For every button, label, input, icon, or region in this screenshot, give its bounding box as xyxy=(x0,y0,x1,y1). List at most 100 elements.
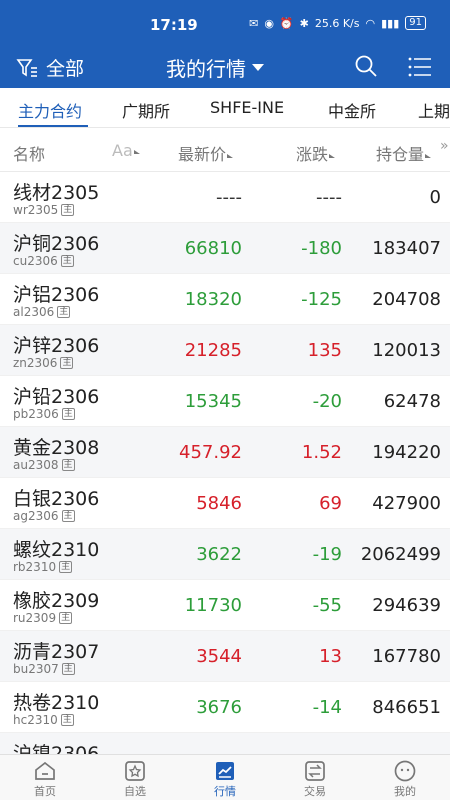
wechat-icon: ✉ xyxy=(249,16,259,30)
filter-icon xyxy=(16,58,37,77)
open-interest: 2062499 xyxy=(360,544,441,565)
quote-row[interactable]: 沪铜2306 cu2306 主 66810 -180 183407 xyxy=(0,223,450,274)
nav-home[interactable]: 首页 xyxy=(0,759,90,799)
alarm-icon: ⏰ xyxy=(279,16,294,30)
contract-code: pb2306 主 xyxy=(13,407,75,421)
font-size-toggle[interactable]: Aa xyxy=(112,141,140,160)
price-change: 13 xyxy=(319,646,342,667)
contract-code: ru2309 主 xyxy=(13,611,73,625)
price-change: -180 xyxy=(301,238,342,259)
nav-label: 首页 xyxy=(34,785,56,798)
quote-row[interactable]: 线材2305 wr2305 主 ---- ---- 0 xyxy=(0,172,450,223)
quote-row[interactable]: 黄金2308 au2308 主 457.92 1.52 194220 xyxy=(0,427,450,478)
search-button[interactable] xyxy=(354,54,378,82)
open-interest: 183407 xyxy=(372,238,441,259)
contract-code: au2308 主 xyxy=(13,458,75,472)
price-change: 1.52 xyxy=(301,442,342,463)
price-change: -20 xyxy=(312,391,342,412)
col-open-interest[interactable]: 持仓量 xyxy=(376,141,432,165)
open-interest: 0 xyxy=(429,187,441,208)
quote-row[interactable]: 沪锌2306 zn2306 主 21285 135 120013 xyxy=(0,325,450,376)
quote-row[interactable]: 沪铅2306 pb2306 主 15345 -20 62478 xyxy=(0,376,450,427)
nav-watchlist[interactable]: 自选 xyxy=(90,759,180,799)
quote-row[interactable]: 螺纹2310 rb2310 主 3622 -19 2062499 xyxy=(0,529,450,580)
network-speed: 25.6 K/s xyxy=(314,16,360,30)
nav-market[interactable]: 行情 xyxy=(180,759,270,799)
main-contract-badge: 主 xyxy=(59,612,73,624)
last-price: 15345 xyxy=(184,391,242,412)
battery-icon: 91 xyxy=(405,16,426,30)
contract-code: cu2306 主 xyxy=(13,254,74,268)
tab-cffex[interactable]: 中金所 xyxy=(328,98,376,122)
star-icon xyxy=(125,761,145,781)
last-price: 3622 xyxy=(196,544,242,565)
contract-name: 黄金2308 xyxy=(13,437,100,459)
main-contract-badge: 主 xyxy=(57,306,71,318)
nav-profile[interactable]: 我的 xyxy=(360,759,450,799)
menu-button[interactable] xyxy=(408,56,432,82)
contract-name: 白银2306 xyxy=(13,488,100,510)
contract-name: 线材2305 xyxy=(13,182,100,204)
last-price: 11730 xyxy=(184,595,242,616)
quote-row[interactable]: 沪镍2306 ni2306主 xyxy=(0,733,450,754)
open-interest: 846651 xyxy=(372,697,441,718)
status-time: 17:19 xyxy=(150,16,198,34)
quote-row[interactable]: 沪铝2306 al2306 主 18320 -125 204708 xyxy=(0,274,450,325)
tab-shfe-ine[interactable]: SHFE-INE xyxy=(210,98,284,117)
status-bar: 17:19 ✉ ◉ ⏰ ✱ 25.6 K/s ◠ ▮▮▮ 91 xyxy=(0,0,450,46)
search-icon xyxy=(355,55,377,77)
quote-row[interactable]: 沥青2307 bu2307 主 3544 13 167780 xyxy=(0,631,450,682)
contract-code: hc2310 主 xyxy=(13,713,74,727)
eye-icon: ◉ xyxy=(264,16,274,30)
main-contract-badge: 主 xyxy=(61,408,75,420)
price-change: ---- xyxy=(316,187,342,208)
main-contract-badge: 主 xyxy=(60,714,74,726)
quote-row[interactable]: 白银2306 ag2306 主 5846 69 427900 xyxy=(0,478,450,529)
bottom-nav: 首页 自选 行情 交易 我的 xyxy=(0,754,450,800)
tab-gfex[interactable]: 广期所 xyxy=(122,98,170,122)
last-price: 5846 xyxy=(196,493,242,514)
top-header: 全部 我的行情 xyxy=(0,46,450,88)
main-contract-badge: 主 xyxy=(60,255,74,267)
main-contract-badge: 主 xyxy=(61,204,75,216)
open-interest: 427900 xyxy=(372,493,441,514)
sort-icon xyxy=(425,153,432,158)
home-icon xyxy=(35,761,55,780)
price-change: -125 xyxy=(301,289,342,310)
contract-code: rb2310 主 xyxy=(13,560,73,574)
nav-trade[interactable]: 交易 xyxy=(270,759,360,799)
sort-icon xyxy=(133,149,140,154)
open-interest: 294639 xyxy=(372,595,441,616)
contract-name: 沪镍2306 xyxy=(13,743,100,754)
signal-icon: ▮▮▮ xyxy=(381,16,400,30)
contract-name: 螺纹2310 xyxy=(13,539,100,561)
tab-main-contracts[interactable]: 主力合约 xyxy=(18,98,82,122)
scroll-right-icon[interactable]: » xyxy=(440,138,449,154)
nav-label: 我的 xyxy=(394,785,416,798)
last-price: 18320 xyxy=(184,289,242,310)
bluetooth-icon: ✱ xyxy=(299,16,309,30)
col-price[interactable]: 最新价 xyxy=(178,141,234,165)
contract-name: 沥青2307 xyxy=(13,641,100,663)
quote-row[interactable]: 橡胶2309 ru2309 主 11730 -55 294639 xyxy=(0,580,450,631)
page-title: 我的行情 xyxy=(166,57,246,81)
sort-icon xyxy=(329,153,336,158)
open-interest: 167780 xyxy=(372,646,441,667)
tab-shfe[interactable]: 上期 xyxy=(418,98,450,122)
status-icons: ✉ ◉ ⏰ ✱ 25.6 K/s ◠ ▮▮▮ 91 xyxy=(249,16,426,30)
filter-label: 全部 xyxy=(46,58,85,80)
price-change: -55 xyxy=(312,595,342,616)
col-change[interactable]: 涨跌 xyxy=(296,141,336,165)
last-price: 66810 xyxy=(184,238,242,259)
caret-down-icon xyxy=(252,64,264,71)
page-title-dropdown[interactable]: 我的行情 xyxy=(166,53,264,82)
quote-row[interactable]: 热卷2310 hc2310 主 3676 -14 846651 xyxy=(0,682,450,733)
open-interest: 194220 xyxy=(372,442,441,463)
quote-list: 线材2305 wr2305 主 ---- ---- 0 沪铜2306 cu2306… xyxy=(0,172,450,754)
nav-label: 行情 xyxy=(214,785,236,798)
filter-button[interactable]: 全部 xyxy=(16,54,84,81)
last-price: 457.92 xyxy=(179,442,242,463)
contract-name: 沪铅2306 xyxy=(13,386,100,408)
price-change: 69 xyxy=(319,493,342,514)
list-menu-icon xyxy=(408,57,431,77)
